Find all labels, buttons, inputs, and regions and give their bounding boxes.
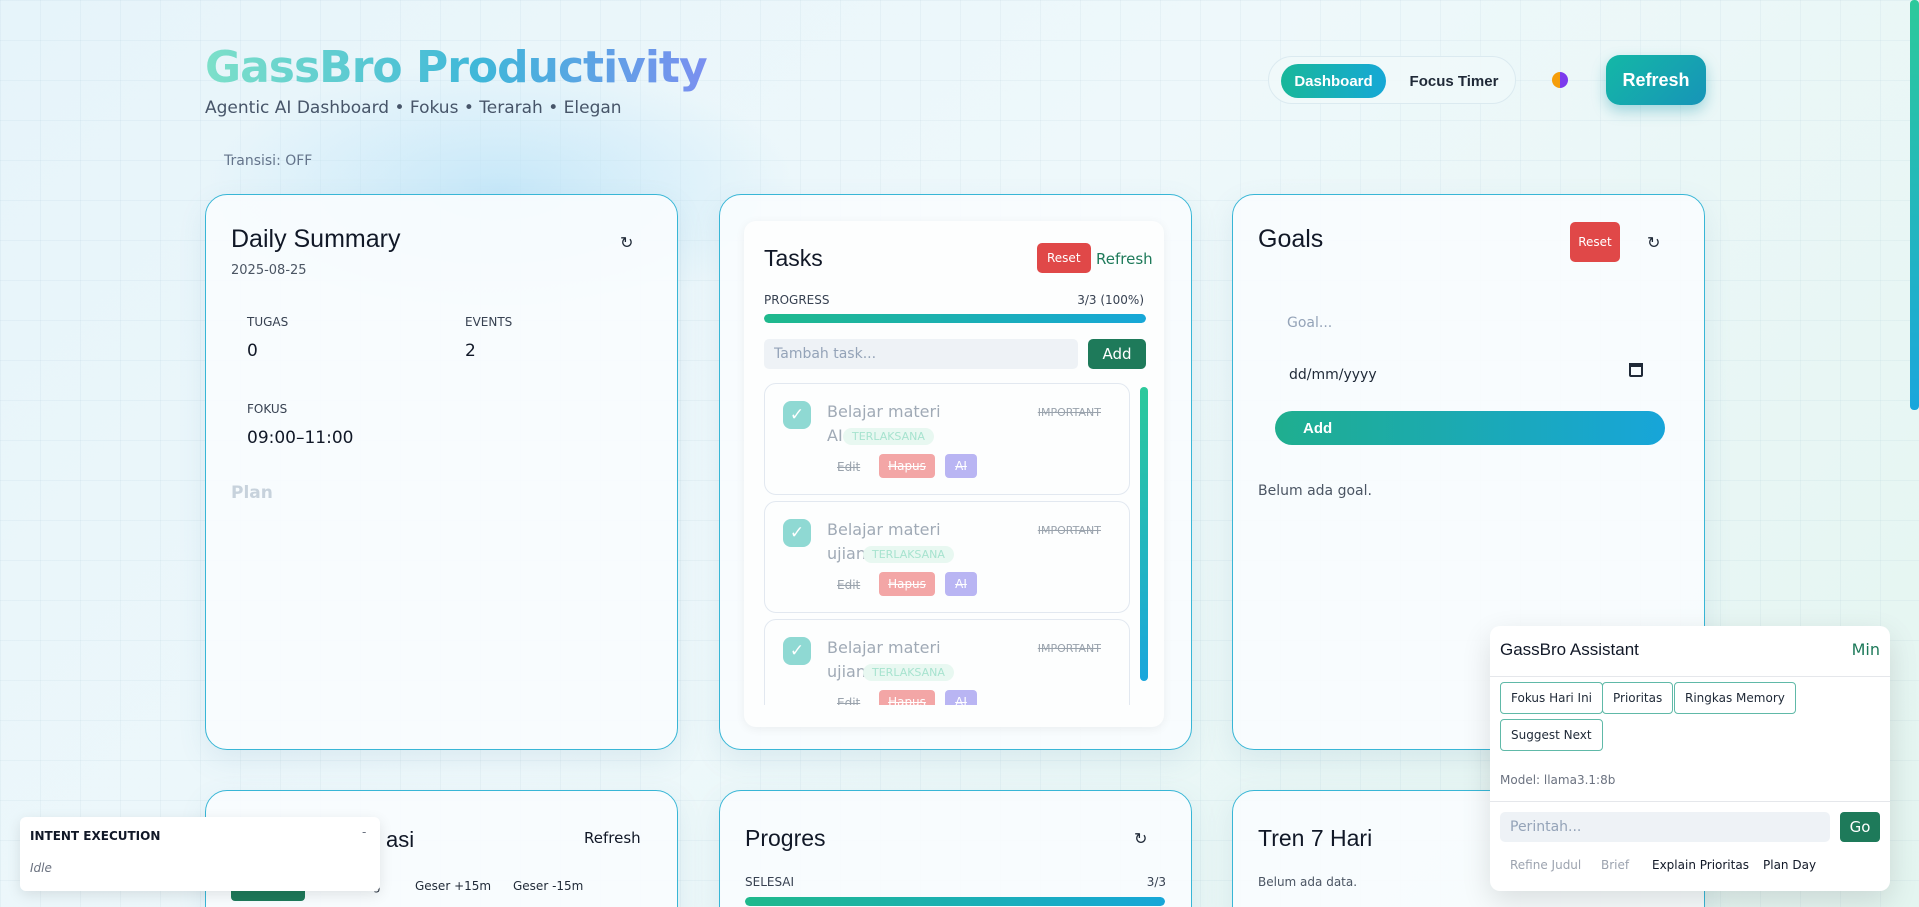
assistant-panel: GassBro Assistant Min Fokus Hari Ini Pri… — [1490, 626, 1890, 891]
goals-empty-message: Belum ada goal. — [1258, 483, 1372, 499]
chip-prioritas[interactable]: Prioritas — [1602, 682, 1674, 714]
assistant-command-input[interactable] — [1500, 812, 1830, 842]
explain-prioritas-button[interactable]: Explain Prioritas — [1652, 858, 1749, 872]
task-item[interactable]: ✓ Belajar materi AI IMPORTANT TERLAKSANA… — [764, 383, 1130, 495]
plan-day-button[interactable]: Plan Day — [1763, 858, 1816, 872]
progress-bar-fill — [764, 314, 1146, 323]
task-priority-tag: IMPORTANT — [1037, 406, 1101, 419]
task-ai-button[interactable]: AI — [945, 572, 977, 596]
progress-bar — [764, 314, 1146, 323]
schedule-refresh-button[interactable]: Refresh — [584, 829, 641, 847]
task-edit-button[interactable]: Edit — [837, 696, 860, 705]
intent-execution-panel: INTENT EXECUTION - Idle — [20, 817, 380, 891]
task-ai-button[interactable]: AI — [945, 690, 977, 705]
goals-reset-button[interactable]: Reset — [1570, 222, 1620, 262]
progress-text: 3/3 (100%) — [1077, 293, 1144, 307]
chip-suggest-next[interactable]: Suggest Next — [1500, 719, 1603, 751]
add-task-button[interactable]: Add — [1088, 339, 1146, 369]
assistant-go-button[interactable]: Go — [1840, 812, 1880, 842]
nav-pill: Dashboard Focus Timer — [1268, 56, 1516, 104]
chip-ringkas-memory[interactable]: Ringkas Memory — [1674, 682, 1796, 714]
assistant-title: GassBro Assistant — [1500, 640, 1639, 659]
tasks-refresh-button[interactable]: Refresh — [1096, 250, 1153, 268]
fokus-label: FOKUS — [247, 402, 288, 416]
schedule-title: asi — [386, 827, 415, 852]
add-goal-button[interactable]: Add — [1275, 411, 1665, 445]
intent-status: Idle — [30, 861, 52, 875]
chip-fokus-hari-ini[interactable]: Fokus Hari Ini — [1500, 682, 1604, 714]
tasks-panel: Tasks Reset Refresh PROGRESS 3/3 (100%) … — [744, 221, 1164, 727]
selesai-value: 3/3 — [1146, 875, 1166, 889]
task-item[interactable]: ✓ Belajar materi ujian IMPORTANT TERLAKS… — [764, 501, 1130, 613]
selesai-label: SELESAI — [745, 875, 795, 889]
task-edit-button[interactable]: Edit — [837, 460, 860, 474]
plan-button[interactable]: Plan — [231, 483, 273, 503]
refine-judul-button[interactable]: Refine Judul — [1510, 858, 1581, 872]
checkbox-checked-icon[interactable]: ✓ — [783, 519, 811, 547]
page-scrollbar[interactable] — [1910, 0, 1919, 410]
task-list[interactable]: ✓ Belajar materi AI IMPORTANT TERLAKSANA… — [764, 383, 1130, 705]
task-delete-button[interactable]: Hapus — [879, 454, 935, 478]
shift-forward-button[interactable]: Geser +15m — [415, 879, 491, 893]
selesai-progress-bar — [745, 897, 1165, 906]
tab-dashboard[interactable]: Dashboard — [1281, 64, 1386, 98]
tren-empty-message: Belum ada data. — [1258, 875, 1358, 889]
refresh-icon[interactable]: ↻ — [620, 233, 633, 252]
assistant-model: Model: llama3.1:8b — [1500, 773, 1616, 787]
progres-title: Progres — [745, 825, 826, 851]
summary-date: 2025-08-25 — [231, 263, 307, 278]
brief-button[interactable]: Brief — [1601, 858, 1629, 872]
intent-title: INTENT EXECUTION — [30, 829, 161, 843]
events-value: 2 — [465, 341, 476, 361]
divider — [1490, 801, 1890, 802]
tasks-reset-button[interactable]: Reset — [1037, 243, 1091, 273]
goal-input[interactable] — [1275, 303, 1665, 343]
fokus-value: 09:00–11:00 — [247, 428, 354, 448]
task-list-scrollbar[interactable] — [1140, 387, 1148, 681]
task-edit-button[interactable]: Edit — [837, 578, 860, 592]
events-label: EVENTS — [465, 315, 513, 329]
goal-date-field[interactable]: dd/mm/yyyy — [1289, 367, 1377, 383]
tasks-card: Tasks Reset Refresh PROGRESS 3/3 (100%) … — [719, 194, 1192, 750]
task-priority-tag: IMPORTANT — [1037, 524, 1101, 537]
shift-back-button[interactable]: Geser -15m — [513, 879, 583, 893]
tab-focus-timer[interactable]: Focus Timer — [1399, 64, 1509, 98]
task-status-badge: TERLAKSANA — [863, 664, 954, 681]
daily-summary-title: Daily Summary — [231, 225, 401, 253]
task-status-badge: TERLAKSANA — [843, 428, 934, 445]
progress-label: PROGRESS — [764, 293, 830, 307]
app-title: GassBro Productivity — [205, 42, 708, 93]
task-status-badge: TERLAKSANA — [863, 546, 954, 563]
intent-collapse-button[interactable]: - — [362, 825, 366, 839]
task-delete-button[interactable]: Hapus — [879, 572, 935, 596]
task-item[interactable]: ✓ Belajar materi ujian IMPORTANT TERLAKS… — [764, 619, 1130, 705]
tren-title: Tren 7 Hari — [1258, 825, 1373, 851]
refresh-button[interactable]: Refresh — [1606, 55, 1706, 105]
checkbox-checked-icon[interactable]: ✓ — [783, 401, 811, 429]
tasks-title: Tasks — [764, 245, 823, 271]
refresh-icon[interactable]: ↻ — [1647, 233, 1660, 252]
task-delete-button[interactable]: Hapus — [879, 690, 935, 705]
calendar-icon[interactable] — [1629, 363, 1643, 377]
selesai-progress-fill — [745, 897, 1165, 906]
task-priority-tag: IMPORTANT — [1037, 642, 1101, 655]
progres-card: Progres ↻ SELESAI 3/3 — [719, 790, 1192, 907]
transition-status[interactable]: Transisi: OFF — [224, 153, 312, 169]
refresh-icon[interactable]: ↻ — [1134, 829, 1147, 848]
task-ai-button[interactable]: AI — [945, 454, 977, 478]
divider — [1490, 676, 1890, 677]
goals-title: Goals — [1258, 225, 1324, 253]
tugas-label: TUGAS — [247, 315, 289, 329]
tugas-value: 0 — [247, 341, 258, 361]
theme-toggle-icon[interactable] — [1552, 72, 1568, 88]
checkbox-checked-icon[interactable]: ✓ — [783, 637, 811, 665]
daily-summary-card: Daily Summary ↻ 2025-08-25 TUGAS 0 EVENT… — [205, 194, 678, 750]
task-input[interactable] — [764, 339, 1078, 369]
assistant-minimize-button[interactable]: Min — [1852, 640, 1880, 659]
app-subtitle: Agentic AI Dashboard • Fokus • Terarah •… — [205, 98, 622, 118]
